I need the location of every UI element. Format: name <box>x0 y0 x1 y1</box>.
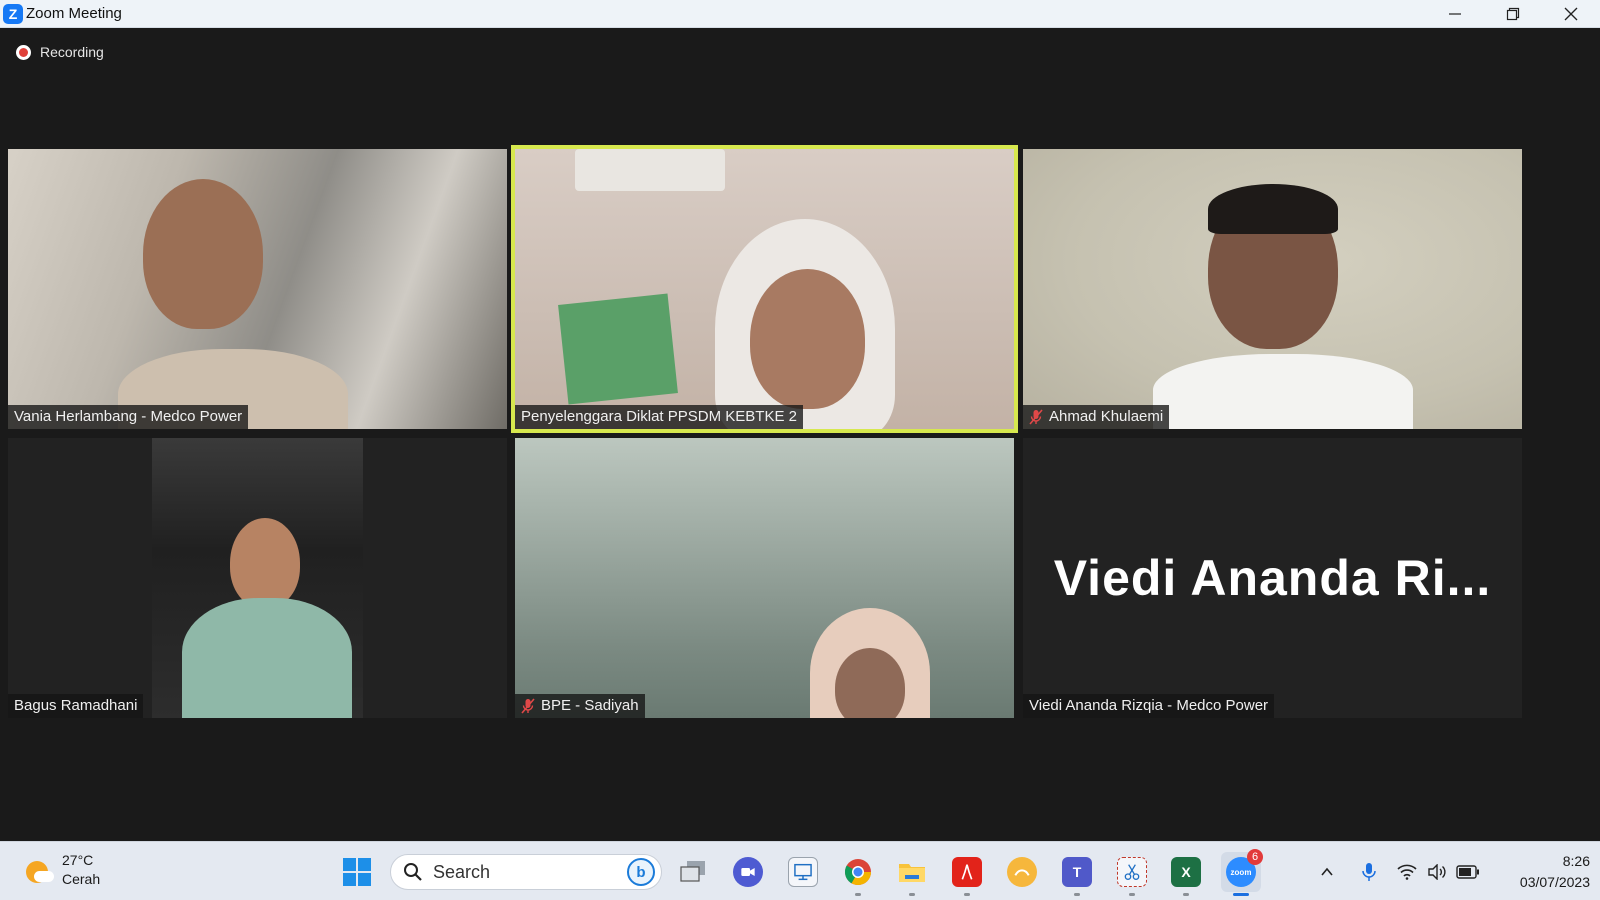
taskbar-app-chrome[interactable] <box>838 852 878 896</box>
taskbar-app-zoom[interactable]: zoom 6 <box>1221 849 1263 896</box>
participant-name-tag: Bagus Ramadhani <box>8 694 144 718</box>
video-tile-camera-off[interactable]: Viedi Ananda Ri... Viedi Ananda Rizqia -… <box>1023 438 1522 718</box>
clock-time: 8:26 <box>1562 853 1590 869</box>
chrome-icon <box>844 859 872 886</box>
remote-desktop-icon <box>788 857 818 887</box>
window-title: Zoom Meeting <box>26 5 122 22</box>
video-tile[interactable]: Bagus Ramadhani <box>8 438 507 718</box>
battery-tray-button[interactable] <box>1454 842 1482 900</box>
video-tile[interactable]: Vania Herlambang - Medco Power <box>8 149 507 429</box>
taskbar-clock[interactable]: 8:26 03/07/2023 <box>1490 851 1590 893</box>
weather-widget[interactable]: 27°C Cerah <box>24 851 100 889</box>
taskbar-app-chat[interactable] <box>728 852 768 892</box>
battery-icon <box>1456 864 1479 879</box>
recording-label: Recording <box>40 44 104 60</box>
participant-video <box>800 608 940 718</box>
restore-icon <box>1506 7 1520 21</box>
notification-badge: 6 <box>1247 849 1263 865</box>
participant-name-tag: Viedi Ananda Rizqia - Medco Power <box>1023 694 1275 718</box>
participant-name: Vania Herlambang - Medco Power <box>14 408 243 425</box>
start-button[interactable] <box>337 852 377 892</box>
video-tile[interactable]: BPE - Sadiyah <box>515 438 1014 718</box>
participant-name: BPE - Sadiyah <box>541 697 639 714</box>
taskbar-app-excel[interactable]: X <box>1166 852 1206 896</box>
close-icon <box>1564 7 1578 21</box>
participant-name-tag: Ahmad Khulaemi <box>1023 405 1170 429</box>
teams-icon: T <box>1062 857 1092 887</box>
excel-icon: X <box>1171 857 1201 887</box>
video-tile[interactable]: Ahmad Khulaemi <box>1023 149 1522 429</box>
search-icon <box>403 862 423 882</box>
volume-tray-button[interactable] <box>1424 842 1450 900</box>
taskbar-search-box[interactable]: Search b <box>390 854 662 890</box>
close-button[interactable] <box>1542 0 1600 28</box>
weather-condition: Cerah <box>62 871 101 887</box>
chevron-up-icon <box>1321 867 1333 876</box>
pdf-reader-icon <box>952 857 982 887</box>
task-view-button[interactable] <box>673 852 713 892</box>
participant-video <box>705 209 925 429</box>
video-tile-active-speaker[interactable]: Penyelenggara Diklat PPSDM KEBTKE 2 <box>511 145 1018 433</box>
wall-poster <box>558 293 678 405</box>
taskbar-app-teams[interactable]: T <box>1057 852 1097 896</box>
restore-button[interactable] <box>1484 0 1542 28</box>
participant-name: Viedi Ananda Rizqia - Medco Power <box>1029 697 1269 714</box>
file-explorer-icon <box>899 864 925 882</box>
participant-name: Penyelenggara Diklat PPSDM KEBTKE 2 <box>521 408 797 425</box>
participant-name-tag: BPE - Sadiyah <box>515 694 645 718</box>
microphone-tray-button[interactable] <box>1356 842 1382 900</box>
muted-microphone-icon <box>1029 409 1043 425</box>
participant-display-name: Viedi Ananda Ri... <box>1053 550 1492 606</box>
recording-dot-icon <box>16 44 31 60</box>
participant-name-tag: Vania Herlambang - Medco Power <box>8 405 249 429</box>
minimize-button[interactable] <box>1426 0 1484 28</box>
taskbar-app-photos[interactable] <box>1002 852 1042 892</box>
wifi-icon <box>1397 864 1417 880</box>
wall-ac-unit <box>575 149 725 191</box>
participant-video <box>1153 184 1413 429</box>
snipping-tool-icon <box>1117 857 1147 887</box>
muted-microphone-icon <box>521 698 535 714</box>
participant-video <box>152 438 363 718</box>
taskbar-app-snipping[interactable] <box>1112 852 1152 896</box>
taskbar-app-remote[interactable] <box>783 852 823 892</box>
recording-indicator[interactable]: Recording <box>16 44 104 60</box>
photo-app-icon <box>1007 857 1037 887</box>
taskbar-app-pdf[interactable] <box>947 852 987 896</box>
network-tray-button[interactable] <box>1394 842 1420 900</box>
minimize-icon <box>1449 13 1461 15</box>
weather-temperature: 27°C <box>62 852 94 868</box>
participant-name: Bagus Ramadhani <box>14 697 138 714</box>
task-view-icon <box>678 857 708 887</box>
taskbar: 27°C Cerah Search b T X zoom 6 8:26 03/0… <box>0 841 1600 900</box>
speaker-icon <box>1428 863 1446 880</box>
taskbar-app-file-explorer[interactable] <box>892 852 932 896</box>
bing-chat-icon[interactable]: b <box>627 858 655 886</box>
windows-start-icon <box>343 858 371 886</box>
participant-name-tag: Penyelenggara Diklat PPSDM KEBTKE 2 <box>515 405 803 429</box>
partly-sunny-icon <box>24 855 54 885</box>
zoom-app-icon: Z <box>3 4 23 24</box>
participant-name: Ahmad Khulaemi <box>1049 408 1164 425</box>
microphone-icon <box>1362 862 1376 881</box>
title-bar: Z Zoom Meeting <box>0 0 1600 28</box>
search-placeholder: Search <box>433 861 491 882</box>
clock-date: 03/07/2023 <box>1519 874 1590 890</box>
meet-chat-icon <box>733 857 763 887</box>
participant-video <box>118 169 348 429</box>
show-hidden-icons-button[interactable] <box>1314 842 1340 900</box>
meeting-canvas: Recording Vania Herlambang - Medco Power… <box>0 28 1600 841</box>
